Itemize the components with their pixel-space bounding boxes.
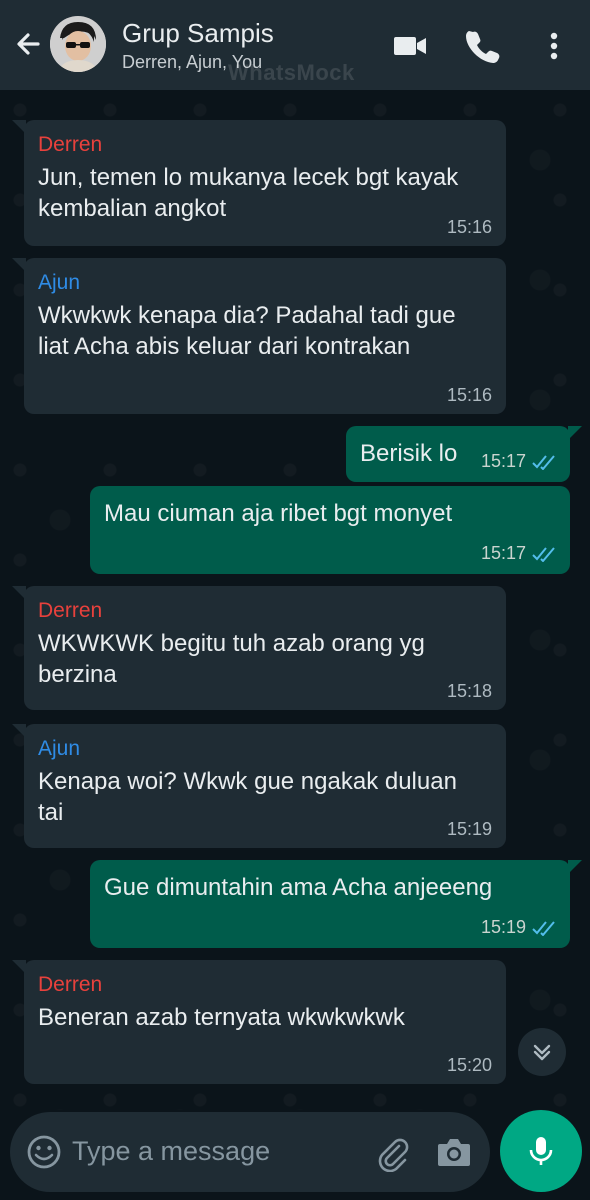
message-meta: 15:17 xyxy=(481,543,558,564)
message-meta: 15:19 xyxy=(481,917,558,938)
message-text: Wkwkwk kenapa dia? Padahal tadi gue liat… xyxy=(38,302,456,360)
more-vertical-icon[interactable] xyxy=(534,26,574,66)
message-time: 15:17 xyxy=(480,543,526,563)
chevron-double-down-icon xyxy=(533,1044,551,1061)
read-ticks-icon xyxy=(532,454,555,470)
message-text: Gue dimuntahin ama Acha anjeeeng xyxy=(104,874,493,901)
read-ticks-icon xyxy=(532,920,555,936)
message-sender: Ajun xyxy=(38,271,81,294)
back-arrow-icon[interactable] xyxy=(8,24,48,64)
scroll-to-bottom-button[interactable] xyxy=(518,1028,566,1076)
bubble-tail xyxy=(12,258,26,272)
message-incoming[interactable]: Derren WKWKWK begitu tuh azab orang yg b… xyxy=(12,586,506,710)
camera-icon[interactable] xyxy=(434,1134,474,1170)
bubble-tail xyxy=(12,586,26,600)
message-time: 15:20 xyxy=(446,1055,492,1075)
bubble-tail xyxy=(568,860,582,874)
read-ticks-icon xyxy=(532,546,555,562)
message-text: WKWKWK begitu tuh azab orang yg berzina xyxy=(38,630,425,688)
message-outgoing[interactable]: Gue dimuntahin ama Acha anjeeeng 15:19 xyxy=(90,860,582,948)
bubble-tail xyxy=(12,960,26,974)
message-input-bar[interactable]: Type a message xyxy=(10,1112,490,1192)
watermark: WhatsMock xyxy=(228,60,355,85)
chat-area[interactable]: Derren Jun, temen lo mukanya lecek bgt k… xyxy=(0,90,590,1110)
message-incoming[interactable]: Ajun Kenapa woi? Wkwk gue ngakak duluan … xyxy=(12,724,506,848)
message-sender: Derren xyxy=(38,133,103,156)
message-incoming[interactable]: Ajun Wkwkwk kenapa dia? Padahal tadi gue… xyxy=(12,258,506,414)
message-incoming[interactable]: Derren Beneran azab ternyata wkwkwkwk 15… xyxy=(12,960,506,1084)
message-time: 15:16 xyxy=(446,217,492,237)
message-incoming[interactable]: Derren Jun, temen lo mukanya lecek bgt k… xyxy=(12,120,506,246)
bubble-tail xyxy=(568,426,582,440)
message-text: Kenapa woi? Wkwk gue ngakak duluan tai xyxy=(38,768,457,826)
group-avatar[interactable] xyxy=(50,16,106,72)
message-time: 15:16 xyxy=(446,385,492,405)
phone-icon[interactable] xyxy=(462,26,502,66)
message-text: Beneran azab ternyata wkwkwkwk xyxy=(38,1004,405,1031)
video-call-icon[interactable] xyxy=(390,26,430,66)
message-meta: 15:17 xyxy=(481,451,558,472)
message-sender: Derren xyxy=(38,973,103,996)
paperclip-icon[interactable] xyxy=(372,1132,412,1173)
bubble-tail xyxy=(12,120,26,134)
message-sender: Ajun xyxy=(38,737,81,760)
message-outgoing[interactable]: Berisik lo 15:17 xyxy=(346,426,582,482)
bubble-tail xyxy=(12,724,26,738)
microphone-icon xyxy=(529,1137,553,1165)
message-time: 15:19 xyxy=(446,819,492,839)
voice-record-button[interactable] xyxy=(500,1110,582,1192)
chat-header: Grup Sampis Derren, Ajun, You WhatsMock xyxy=(0,0,590,90)
message-time: 15:18 xyxy=(446,681,492,701)
message-sender: Derren xyxy=(38,599,103,622)
message-text: Mau ciuman aja ribet bgt monyet xyxy=(104,500,453,527)
message-text: Jun, temen lo mukanya lecek bgt kayak ke… xyxy=(38,164,459,222)
chat-title: Grup Sampis xyxy=(122,18,274,48)
message-time: 15:17 xyxy=(480,451,526,471)
message-time: 15:19 xyxy=(480,917,526,937)
message-input-placeholder[interactable]: Type a message xyxy=(72,1136,270,1167)
message-outgoing[interactable]: Mau ciuman aja ribet bgt monyet 15:17 xyxy=(90,486,570,574)
emoji-icon[interactable] xyxy=(26,1134,62,1170)
